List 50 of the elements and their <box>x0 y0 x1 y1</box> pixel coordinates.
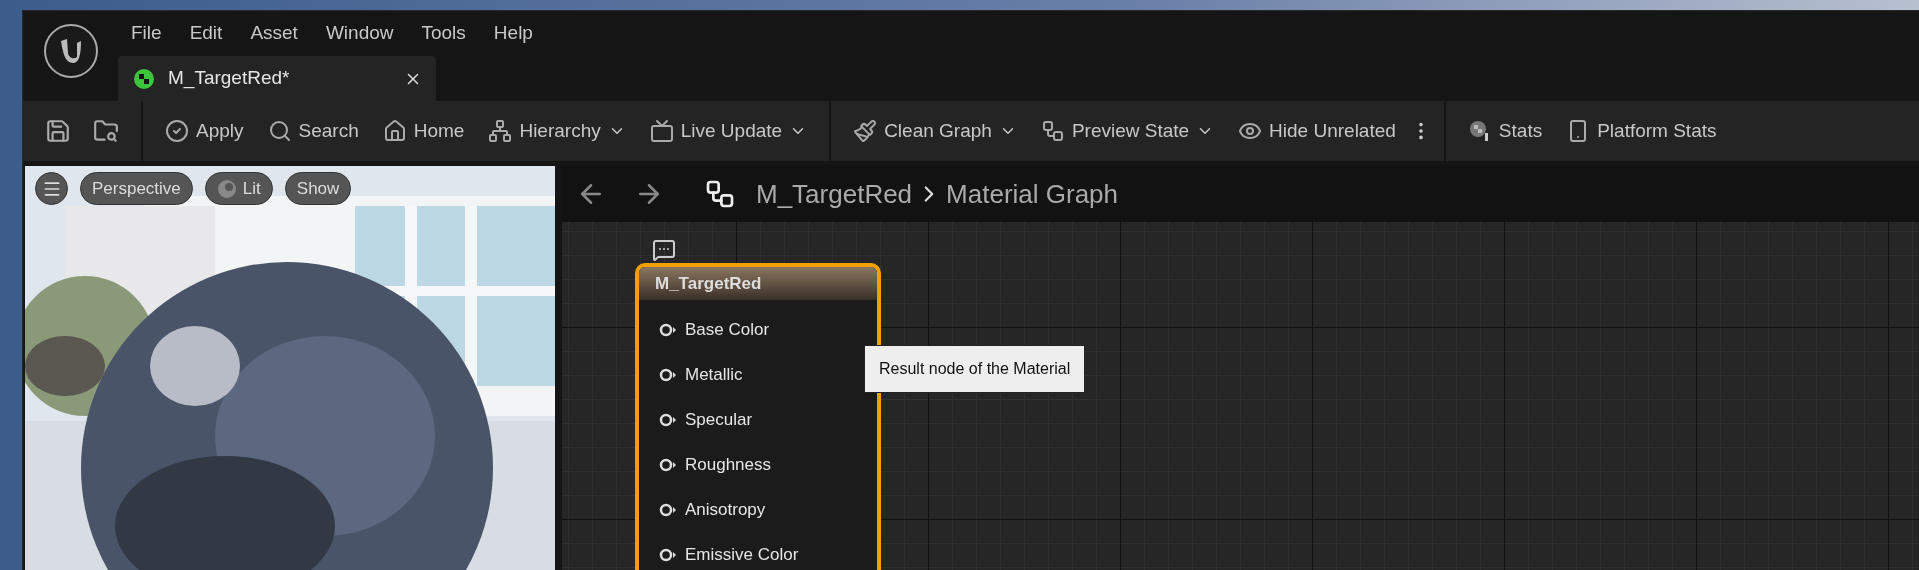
pin-label: Specular <box>685 408 753 431</box>
menu-item[interactable]: Help <box>480 19 546 48</box>
toolbar-icon <box>853 119 878 143</box>
toolbar-button[interactable]: Hierarchy <box>478 111 636 151</box>
toolbar-icon <box>649 119 674 143</box>
pin-icon[interactable] <box>659 502 677 517</box>
pin-label: Emissive Color <box>685 543 799 566</box>
toolbar-button[interactable]: Home <box>372 111 475 151</box>
menu-item[interactable]: File <box>118 19 175 48</box>
toolbar-button[interactable]: Search <box>257 111 369 151</box>
pin-label: Anisotropy <box>685 498 766 521</box>
logo-icon[interactable] <box>42 23 99 79</box>
pin-label: Metallic <box>685 363 743 386</box>
breadcrumb-item[interactable]: M_TargetRed <box>756 174 913 214</box>
toolbar-button[interactable]: Stats <box>1457 111 1553 151</box>
toolbar-icon <box>165 119 189 143</box>
comment-icon[interactable] <box>652 238 676 262</box>
save-icon[interactable] <box>45 118 71 144</box>
pin-icon[interactable] <box>659 457 677 472</box>
viewport-button[interactable]: Perspective <box>80 172 193 205</box>
toolbar-button[interactable]: Hide Unrelated <box>1228 111 1406 151</box>
tooltip: Result node of the Material <box>864 345 1086 393</box>
material-icon <box>132 66 156 91</box>
pin-icon[interactable] <box>659 322 677 337</box>
toolbar-icon <box>488 119 513 143</box>
toolbar-icon <box>267 119 292 143</box>
browse-icon[interactable] <box>93 118 119 144</box>
material-node[interactable]: M_TargetRed Base Color Metallic Specular Roughness Anisotropy Emissive Color <box>635 263 881 570</box>
pin-label: Roughness <box>685 453 771 476</box>
sphere-icon <box>216 178 237 199</box>
pin-icon[interactable] <box>659 412 677 427</box>
tab-label: M_TargetRed* <box>168 66 291 91</box>
document-tab[interactable]: M_TargetRed* <box>118 56 436 101</box>
menu-item[interactable]: Asset <box>237 19 311 48</box>
toolbar-button[interactable]: Platform Stats <box>1556 111 1727 151</box>
toolbar-button[interactable]: Preview State <box>1030 111 1225 151</box>
pin-icon[interactable] <box>659 547 677 562</box>
toolbar-button[interactable]: Apply <box>155 111 254 151</box>
pin-label: Base Color <box>685 318 770 341</box>
menu-item[interactable]: Tools <box>408 19 479 48</box>
toolbar-button[interactable]: Live Update <box>639 111 818 151</box>
toolbar-button[interactable]: Clean Graph <box>843 111 1027 151</box>
menu-item[interactable]: Edit <box>176 19 236 48</box>
breadcrumb-item[interactable]: Material Graph <box>946 174 1119 214</box>
pin-icon[interactable] <box>659 367 677 382</box>
graph-icon <box>704 178 736 210</box>
node-title: M_TargetRed <box>639 267 877 300</box>
toolbar-icon <box>382 119 407 143</box>
toolbar-icon <box>1040 119 1065 143</box>
menu-item[interactable]: Window <box>312 19 407 48</box>
